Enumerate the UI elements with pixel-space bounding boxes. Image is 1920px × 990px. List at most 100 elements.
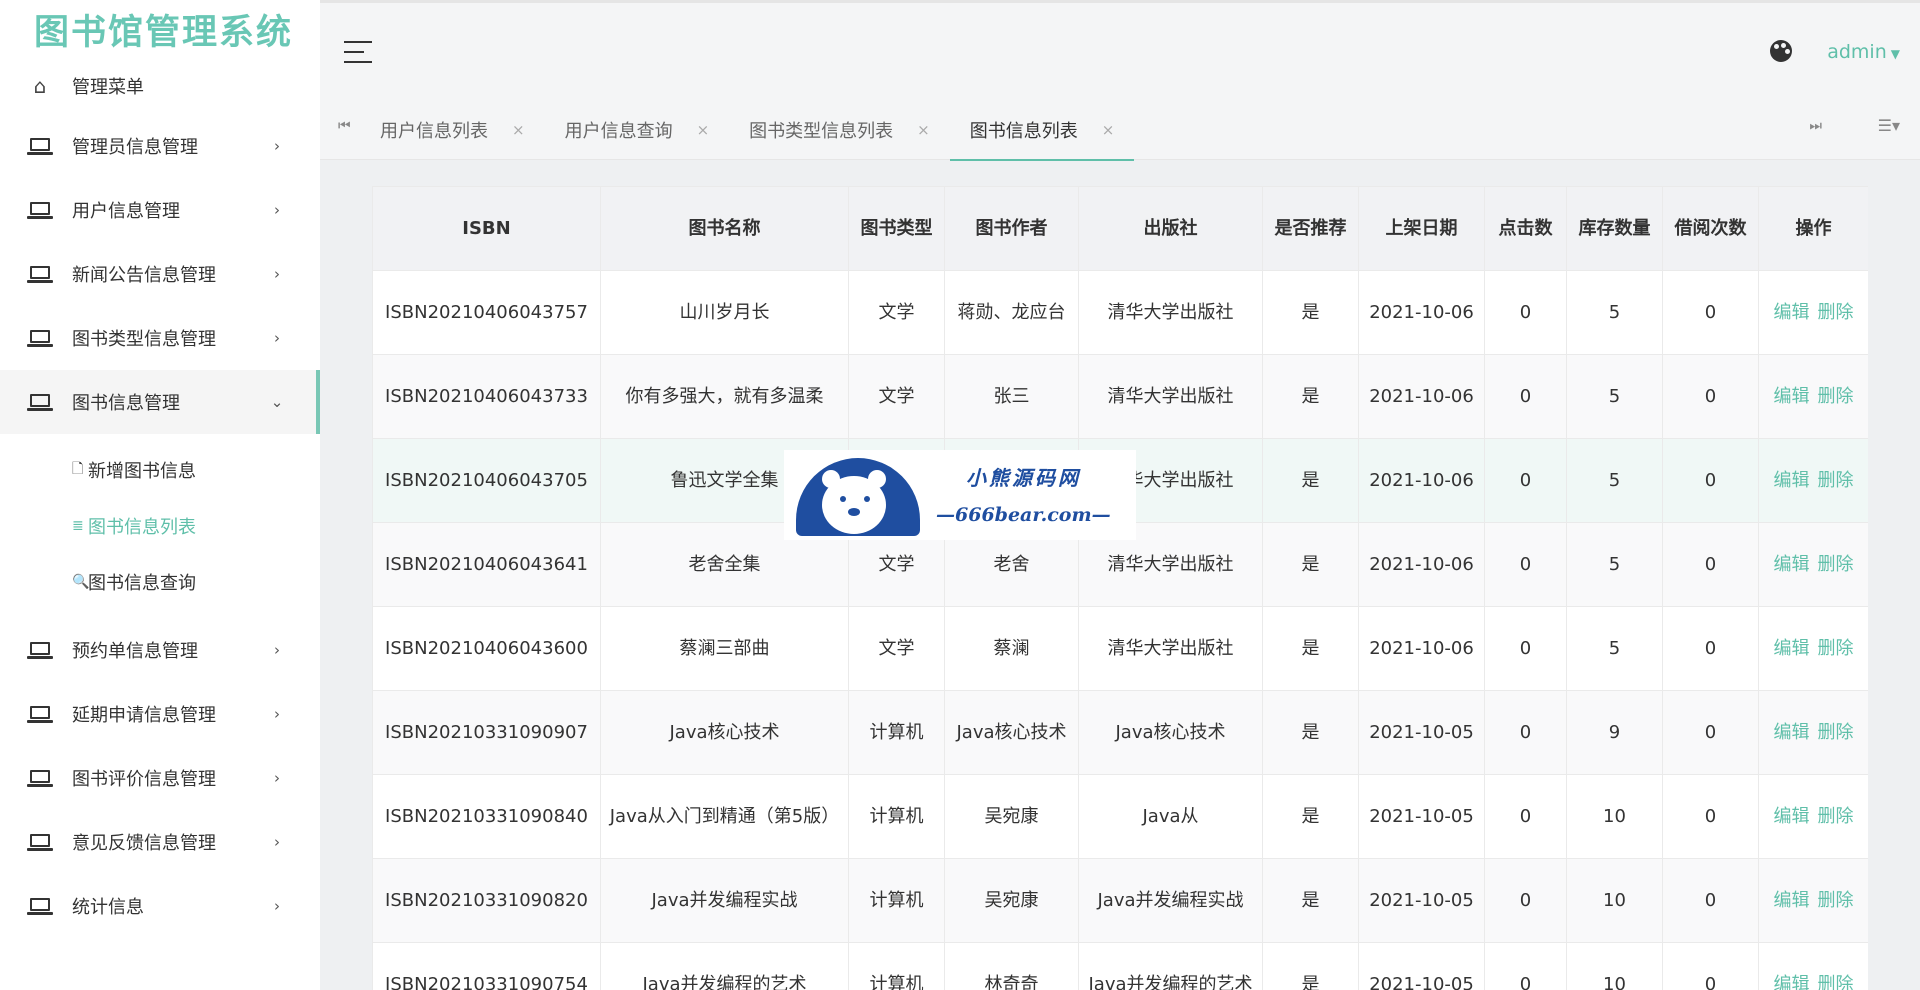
close-icon[interactable]: × — [697, 121, 710, 139]
table-cell: 5 — [1566, 606, 1663, 691]
table-cell: 计算机 — [848, 690, 945, 775]
sidebar-subitem[interactable]: 🔍 图书信息查询 — [0, 554, 320, 610]
sidebar-item-label: 图书类型信息管理 — [72, 329, 216, 350]
laptop-icon — [27, 330, 53, 347]
table-cell: 吴宛康 — [944, 774, 1079, 859]
table-cell: ISBN20210331090754 — [372, 942, 601, 990]
table-cell: 计算机 — [848, 942, 945, 990]
table-cell: 0 — [1484, 774, 1567, 859]
edit-button[interactable]: 编辑 — [1774, 974, 1810, 990]
laptop-icon — [27, 770, 53, 787]
sidebar-item[interactable]: 统计信息 › — [0, 874, 320, 938]
table-cell: 是 — [1262, 438, 1359, 523]
delete-button[interactable]: 删除 — [1818, 470, 1854, 491]
close-icon[interactable]: × — [1102, 121, 1115, 139]
column-header: ISBN — [372, 186, 601, 271]
home-icon: ⌂ — [33, 74, 47, 98]
actions-cell: 编辑 删除 — [1758, 942, 1868, 990]
actions-cell: 编辑 删除 — [1758, 438, 1868, 523]
table-cell: 0 — [1484, 606, 1567, 691]
chevron-right-icon: › — [274, 705, 280, 723]
edit-button[interactable]: 编辑 — [1774, 638, 1810, 659]
tab[interactable]: 用户信息查询 × — [545, 100, 730, 160]
search-icon: 🔍 — [72, 574, 90, 590]
table-cell: 山川岁月长 — [600, 270, 849, 355]
close-icon[interactable]: × — [512, 121, 525, 139]
delete-button[interactable]: 删除 — [1818, 386, 1854, 407]
table-cell: 文学 — [848, 354, 945, 439]
edit-button[interactable]: 编辑 — [1774, 386, 1810, 407]
delete-button[interactable]: 删除 — [1818, 806, 1854, 827]
tab-more-icon[interactable]: ☰▾ — [1878, 116, 1900, 135]
chevron-right-icon: › — [274, 769, 280, 787]
file-icon: 🗋 — [72, 461, 84, 477]
tab-prev-icon[interactable]: ⏮ — [338, 118, 351, 134]
table-cell: ISBN20210331090907 — [372, 690, 601, 775]
table-cell: 0 — [1662, 270, 1759, 355]
sidebar-item[interactable]: 预约单信息管理 › — [0, 618, 320, 682]
edit-button[interactable]: 编辑 — [1774, 890, 1810, 911]
sidebar-item[interactable]: 管理员信息管理 › — [0, 114, 320, 178]
table-cell: 0 — [1662, 690, 1759, 775]
chevron-right-icon: › — [274, 897, 280, 915]
sidebar-item[interactable]: 用户信息管理 › — [0, 178, 320, 242]
sidebar-item-label: 图书信息管理 — [72, 393, 180, 414]
delete-button[interactable]: 删除 — [1818, 890, 1854, 911]
actions-cell: 编辑 删除 — [1758, 858, 1868, 943]
table-row: ISBN20210331090840 Java从入门到精通（第5版） 计算机 吴宛康 J… — [372, 774, 1868, 859]
tab-next-icon[interactable]: ⏭ — [1809, 118, 1822, 134]
sidebar-item[interactable]: 延期申请信息管理 › — [0, 682, 320, 746]
menu-header: ⌂ 管理菜单 — [0, 58, 320, 114]
tab[interactable]: 用户信息列表 × — [360, 100, 545, 160]
chevron-right-icon: › — [274, 265, 280, 283]
menu-toggle-icon[interactable] — [344, 41, 372, 63]
table-row: ISBN20210406043757 山川岁月长 文学 蒋勋、龙应台 清华大学出版社是 2… — [372, 270, 1868, 355]
delete-button[interactable]: 删除 — [1818, 722, 1854, 743]
table-cell: Java并发编程实战 — [600, 858, 849, 943]
delete-button[interactable]: 删除 — [1818, 974, 1854, 990]
table-row: ISBN20210331090820 Java并发编程实战 计算机 吴宛康 Java并发… — [372, 858, 1868, 943]
sidebar-item[interactable]: 图书评价信息管理 › — [0, 746, 320, 810]
sidebar-item[interactable]: 图书信息管理 ⌄ — [0, 370, 320, 434]
edit-button[interactable]: 编辑 — [1774, 806, 1810, 827]
main-content: ISBN 图书名称 图书类型 图书作者 出版社 是否推荐 上架日期 点击数 库存数量 借阅次数 操作… — [372, 186, 1868, 990]
table-cell: 5 — [1566, 354, 1663, 439]
user-menu[interactable]: admin ▼ — [1827, 41, 1900, 63]
table-cell: 0 — [1484, 354, 1567, 439]
edit-button[interactable]: 编辑 — [1774, 554, 1810, 575]
sidebar-item[interactable]: 新闻公告信息管理 › — [0, 242, 320, 306]
table-cell: 2021-10-05 — [1358, 690, 1485, 775]
table-cell: 0 — [1662, 522, 1759, 607]
sidebar-item[interactable]: 图书类型信息管理 › — [0, 306, 320, 370]
delete-button[interactable]: 删除 — [1818, 554, 1854, 575]
sidebar-item-label: 图书评价信息管理 — [72, 769, 216, 790]
tab-label: 用户信息查询 — [564, 121, 673, 142]
watermark: 小熊源码网 —666bear.com— — [784, 450, 1136, 540]
sidebar-subitem[interactable]: ≣ 图书信息列表 — [0, 498, 320, 554]
sidebar-item-label: 管理员信息管理 — [72, 137, 198, 158]
edit-button[interactable]: 编辑 — [1774, 302, 1810, 323]
delete-button[interactable]: 删除 — [1818, 638, 1854, 659]
table-cell: 清华大学出版社 — [1078, 354, 1263, 439]
theme-palette-icon[interactable] — [1770, 40, 1792, 62]
tab[interactable]: 图书信息列表 × — [949, 100, 1135, 161]
delete-button[interactable]: 删除 — [1818, 302, 1854, 323]
table-cell: 文学 — [848, 270, 945, 355]
chevron-right-icon: › — [274, 329, 280, 347]
chevron-down-icon: ⌄ — [270, 393, 284, 411]
edit-button[interactable]: 编辑 — [1774, 470, 1810, 491]
laptop-icon — [27, 706, 53, 723]
table-row: ISBN20210331090907 Java核心技术 计算机 Java核心技术 Jav… — [372, 690, 1868, 775]
close-icon[interactable]: × — [917, 121, 930, 139]
table-row: ISBN20210406043600 蔡澜三部曲 文学 蔡澜 清华大学出版社是 2021-… — [372, 606, 1868, 691]
table-cell: 蔡澜 — [944, 606, 1079, 691]
sidebar-item[interactable]: 意见反馈信息管理 › — [0, 810, 320, 874]
watermark-url: —666bear.com— — [936, 504, 1111, 526]
edit-button[interactable]: 编辑 — [1774, 722, 1810, 743]
tab[interactable]: 图书类型信息列表 × — [729, 100, 950, 160]
table-cell: 你有多强大，就有多温柔 — [600, 354, 849, 439]
sidebar-subitem[interactable]: 🗋 新增图书信息 — [0, 442, 320, 498]
table-cell: 0 — [1662, 606, 1759, 691]
tab-label: 图书类型信息列表 — [749, 121, 894, 142]
actions-cell: 编辑 删除 — [1758, 354, 1868, 439]
